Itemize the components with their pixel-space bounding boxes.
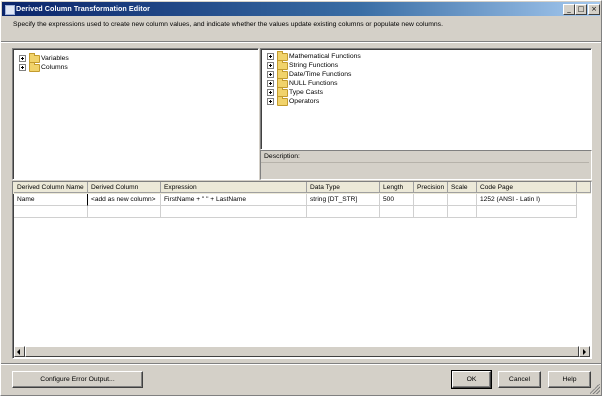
variables-columns-tree[interactable]: Variables Columns [12, 48, 259, 180]
description-divider [261, 162, 589, 163]
column-header-derived-column[interactable]: Derived Column [88, 182, 161, 193]
tree-item-label: NULL Functions [289, 80, 338, 87]
expand-plus-icon[interactable] [267, 98, 274, 105]
expand-plus-icon[interactable] [19, 55, 26, 62]
column-header-expression[interactable]: Expression [161, 182, 307, 193]
cell-empty[interactable] [161, 206, 307, 218]
column-header-derived-column-name[interactable]: Derived Column Name [14, 182, 88, 193]
minimize-button[interactable]: _ [563, 4, 575, 15]
scroll-left-icon[interactable] [14, 346, 25, 357]
expand-plus-icon[interactable] [267, 80, 274, 87]
expand-plus-icon[interactable] [19, 64, 26, 71]
column-header-data-type[interactable]: Data Type [307, 182, 380, 193]
cell-empty[interactable] [14, 206, 88, 218]
cell-empty[interactable] [414, 206, 448, 218]
tree-item-label: Variables [41, 55, 69, 62]
maximize-button[interactable]: □ [575, 4, 587, 15]
cell-empty[interactable] [477, 206, 577, 218]
cell-code-page[interactable]: 1252 (ANSI - Latin I) [477, 194, 577, 206]
cell-data-type[interactable]: string [DT_STR] [307, 194, 380, 206]
column-header-code-page[interactable]: Code Page [477, 182, 577, 193]
header-filler [577, 182, 591, 193]
cell-expression[interactable]: FirstName + " " + LastName [161, 194, 307, 206]
expand-plus-icon[interactable] [267, 71, 274, 78]
header-divider [1, 41, 601, 43]
folder-icon [277, 96, 288, 106]
cell-empty[interactable] [380, 206, 414, 218]
table-row[interactable]: Name <add as new column> FirstName + " "… [13, 194, 591, 206]
window-title: Derived Column Transformation Editor [16, 4, 150, 13]
help-button[interactable]: Help [548, 371, 591, 388]
functions-tree[interactable]: Mathematical Functions String Functions … [260, 48, 592, 150]
title-bar[interactable]: Derived Column Transformation Editor _ □… [2, 2, 600, 16]
folder-icon [29, 62, 40, 72]
tree-item-label: Operators [289, 98, 320, 105]
scrollbar-thumb[interactable] [25, 346, 579, 357]
grid-header: Derived Column Name Derived Column Expre… [13, 182, 591, 194]
instructions-text: Specify the expressions used to create n… [13, 21, 443, 28]
derived-columns-grid[interactable]: Derived Column Name Derived Column Expre… [12, 181, 592, 359]
column-header-precision[interactable]: Precision [414, 182, 448, 193]
tree-item-label: Type Casts [289, 89, 323, 96]
expand-plus-icon[interactable] [267, 62, 274, 69]
tree-item-label: String Functions [289, 62, 339, 69]
cell-precision[interactable] [414, 194, 448, 206]
tree-item-label: Columns [41, 64, 68, 71]
configure-error-output-button[interactable]: Configure Error Output... [12, 371, 143, 388]
horizontal-scrollbar[interactable] [14, 346, 590, 357]
cancel-button[interactable]: Cancel [498, 371, 541, 388]
cell-length[interactable]: 500 [380, 194, 414, 206]
cell-empty[interactable] [448, 206, 477, 218]
ok-button[interactable]: OK [451, 370, 492, 389]
column-header-length[interactable]: Length [380, 182, 414, 193]
tree-item-label: Date/Time Functions [289, 71, 352, 78]
scroll-right-icon[interactable] [579, 346, 590, 357]
cell-empty[interactable] [307, 206, 380, 218]
expand-plus-icon[interactable] [267, 89, 274, 96]
cell-scale[interactable] [448, 194, 477, 206]
cell-empty[interactable] [88, 206, 161, 218]
cell-derived-column-name[interactable]: Name [14, 194, 88, 206]
tree-item-label: Mathematical Functions [289, 53, 361, 60]
cell-derived-column[interactable]: <add as new column> [88, 194, 161, 206]
resize-grip-icon[interactable] [590, 384, 600, 394]
window-icon [5, 5, 15, 15]
expand-plus-icon[interactable] [267, 53, 274, 60]
footer-divider [1, 363, 601, 365]
derived-column-editor-window: Derived Column Transformation Editor _ □… [0, 0, 602, 396]
description-panel: Description: [260, 150, 592, 180]
column-header-scale[interactable]: Scale [448, 182, 477, 193]
description-label: Description: [264, 153, 300, 160]
close-button[interactable]: × [588, 4, 600, 15]
table-row-new[interactable] [13, 206, 591, 218]
